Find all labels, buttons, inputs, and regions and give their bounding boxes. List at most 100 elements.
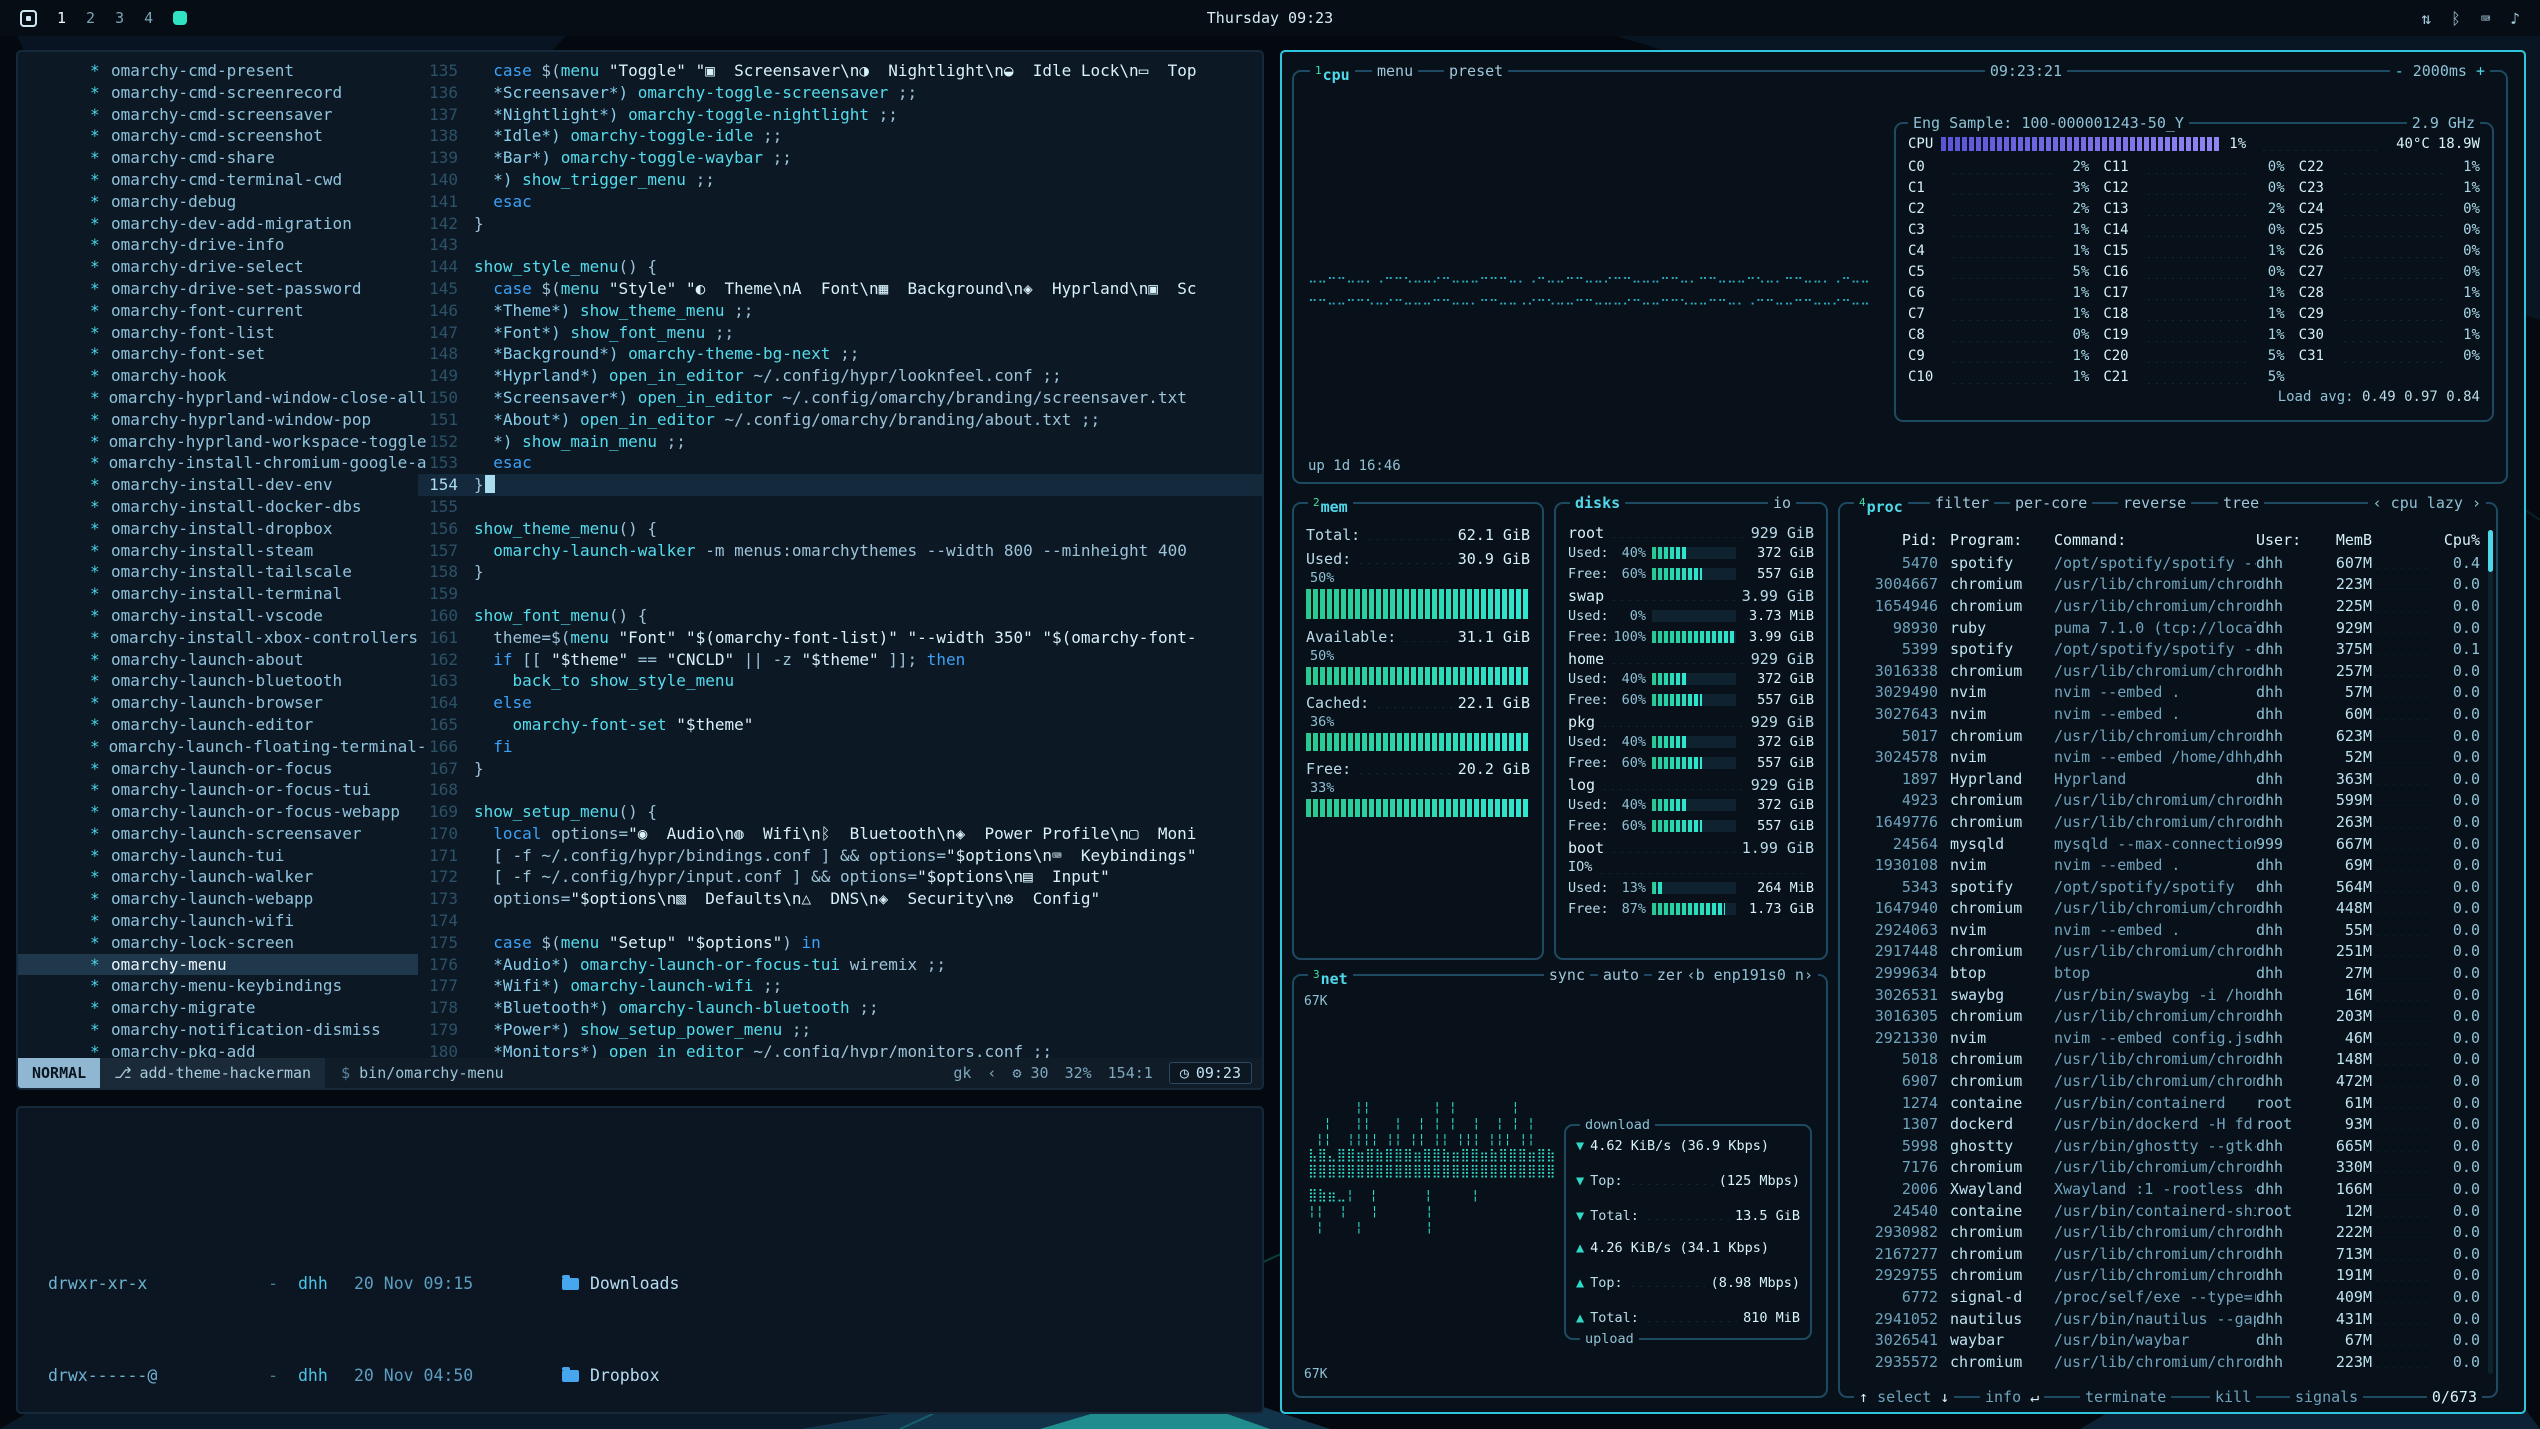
process-row[interactable]: 24564 mysqld mysqld --max-connection 999… [1848,833,2488,855]
file-list-item[interactable]: * omarchy-install-dropbox [18,518,418,540]
process-row[interactable]: 4923 chromium /usr/lib/chromium/chrom dh… [1848,790,2488,812]
code-line[interactable]: 178 *Bluetooth*) omarchy-launch-bluetoot… [418,997,1262,1019]
btop-window[interactable]: 1cpu menu preset 09:23:21 - 2000ms + ⣀⣀⠤… [1280,50,2526,1414]
process-row[interactable]: 24540 containe /usr/bin/containerd-shi r… [1848,1200,2488,1222]
file-list-item[interactable]: * omarchy-lock-screen [18,932,418,954]
proc-kill-action[interactable]: kill [2210,1387,2256,1407]
proc-percore-tab[interactable]: per-core [2010,493,2092,513]
file-list-item[interactable]: * omarchy-launch-editor [18,714,418,736]
process-row[interactable]: 2930982 chromium /usr/lib/chromium/chrom… [1848,1221,2488,1243]
file-list-item[interactable]: * omarchy-font-current [18,300,418,322]
proc-info-action[interactable]: info ↵ [1980,1387,2044,1407]
process-row[interactable]: 3026541 waybar /usr/bin/waybar dhh 67M 0… [1848,1329,2488,1351]
network-icon[interactable]: ⇅ [2421,9,2431,28]
process-row[interactable]: 6772 signal-d /proc/self/exe --type=r dh… [1848,1286,2488,1308]
code-line[interactable]: 148 *Background*) omarchy-theme-bg-next … [418,343,1262,365]
io-tab[interactable]: io [1768,493,1796,513]
code-line[interactable]: 142 } [418,213,1262,235]
code-line[interactable]: 147 *Font*) show_font_menu ;; [418,322,1262,344]
file-list-item[interactable]: * omarchy-hyprland-window-close-all [18,387,418,409]
code-line[interactable]: 135 case $(menu "Toggle" "▣ Screensaver\… [418,60,1262,82]
file-list-item[interactable]: * omarchy-install-chromium-google-a [18,452,418,474]
code-line[interactable]: 138 *Idle*) omarchy-toggle-idle ;; [418,125,1262,147]
process-row[interactable]: 98930 ruby puma 7.1.0 (tcp://local dhh 9… [1848,617,2488,639]
process-row[interactable]: 1930108 nvim nvim --embed . dhh 69M 0.0 [1848,854,2488,876]
file-list-item[interactable]: * omarchy-dev-add-migration [18,213,418,235]
process-row[interactable]: 1274 containe /usr/bin/containerd root 6… [1848,1092,2488,1114]
file-list-item[interactable]: * omarchy-launch-bluetooth [18,670,418,692]
file-list-item[interactable]: * omarchy-install-steam [18,540,418,562]
code-line[interactable]: 177 *Wifi*) omarchy-launch-wifi ;; [418,975,1262,997]
file-list-item[interactable]: * omarchy-debug [18,191,418,213]
btop-menu-button[interactable]: menu [1372,61,1418,81]
interval-minus-button[interactable]: - [2395,62,2404,80]
code-line[interactable]: 172 [ -f ~/.config/hypr/input.conf ] && … [418,866,1262,888]
process-row[interactable]: 3029490 nvim nvim --embed . dhh 57M 0.0 [1848,682,2488,704]
code-line[interactable]: 150 *Screensaver*) open_in_editor ~/.con… [418,387,1262,409]
code-line[interactable]: 155 [418,496,1262,518]
file-explorer[interactable]: * omarchy-cmd-present * omarchy-cmd-scre… [18,60,418,1058]
volume-icon[interactable]: ♪ [2510,9,2520,28]
net-sync-tab[interactable]: sync [1544,965,1590,985]
file-list-item[interactable]: * omarchy-launch-floating-terminal- [18,736,418,758]
workspace-3[interactable]: 3 [115,9,124,27]
file-list-item[interactable]: * omarchy-install-terminal [18,583,418,605]
code-line[interactable]: 163 back_to show_style_menu [418,670,1262,692]
interval-plus-button[interactable]: + [2476,62,2485,80]
code-line[interactable]: 174 [418,910,1262,932]
file-list-item[interactable]: * omarchy-install-dev-env [18,474,418,496]
file-list-item[interactable]: * omarchy-install-xbox-controllers [18,627,418,649]
code-line[interactable]: 162 if [[ "$theme" == "CNCLD" || -z "$th… [418,649,1262,671]
file-list-item[interactable]: * omarchy-launch-browser [18,692,418,714]
process-row[interactable]: 2935572 chromium /usr/lib/chromium/chrom… [1848,1351,2488,1373]
file-list-item[interactable]: * omarchy-hyprland-window-pop [18,409,418,431]
file-list-item[interactable]: * omarchy-launch-about [18,649,418,671]
code-line[interactable]: 165 omarchy-font-set "$theme" [418,714,1262,736]
code-line[interactable]: 146 *Theme*) show_theme_menu ;; [418,300,1262,322]
file-list-item[interactable]: * omarchy-cmd-terminal-cwd [18,169,418,191]
code-line[interactable]: 158 } [418,561,1262,583]
file-list-item[interactable]: * omarchy-install-vscode [18,605,418,627]
process-row[interactable]: 6907 chromium /usr/lib/chromium/chrom dh… [1848,1070,2488,1092]
file-list-item[interactable]: * omarchy-menu-keybindings [18,975,418,997]
file-list-item[interactable]: * omarchy-font-set [18,343,418,365]
file-list-item[interactable]: * omarchy-drive-select [18,256,418,278]
file-list-item[interactable]: * omarchy-drive-set-password [18,278,418,300]
code-line[interactable]: 160 show_font_menu() { [418,605,1262,627]
code-line[interactable]: 167 } [418,758,1262,780]
proc-reverse-tab[interactable]: reverse [2118,493,2191,513]
net-auto-tab[interactable]: auto [1598,965,1644,985]
code-line[interactable]: 175 case $(menu "Setup" "$options") in [418,932,1262,954]
code-line[interactable]: 157 omarchy-launch-walker -m menus:omarc… [418,540,1262,562]
file-list-item[interactable]: * omarchy-launch-or-focus-tui [18,779,418,801]
code-line[interactable]: 145 case $(menu "Style" "◐ Theme\nA Font… [418,278,1262,300]
proc-sort-selector[interactable]: ‹ cpu lazy › [2368,493,2486,513]
keyboard-icon[interactable]: ⌨ [2481,9,2491,28]
file-list-item[interactable]: * omarchy-launch-or-focus [18,758,418,780]
proc-terminate-action[interactable]: terminate [2080,1387,2171,1407]
net-interface[interactable]: ‹b enp191s0 n› [1682,965,1818,985]
process-row[interactable]: 5998 ghostty /usr/bin/ghostty --gtk- dhh… [1848,1135,2488,1157]
code-line[interactable]: 149 *Hyprland*) open_in_editor ~/.config… [418,365,1262,387]
workspace-2[interactable]: 2 [86,9,95,27]
code-line[interactable]: 179 *Power*) show_setup_power_menu ;; [418,1019,1262,1041]
file-list-item[interactable]: * omarchy-drive-info [18,234,418,256]
terminal-files-window[interactable]: drwxr-xr-x - dhh 20 Nov 09:15 Downloads … [16,1106,1264,1414]
process-row[interactable]: 3027643 nvim nvim --embed . dhh 60M 0.0 [1848,703,2488,725]
file-list-item[interactable]: * omarchy-install-tailscale [18,561,418,583]
process-row[interactable]: 3016338 chromium /usr/lib/chromium/chrom… [1848,660,2488,682]
file-list-item[interactable]: * omarchy-cmd-screenshot [18,125,418,147]
process-row[interactable]: 1897 Hyprland Hyprland dhh 363M 0.0 [1848,768,2488,790]
file-list-item[interactable]: * omarchy-hyprland-workspace-toggle [18,431,418,453]
proc-filter-tab[interactable]: filter [1930,493,1994,513]
code-line[interactable]: 156 show_theme_menu() { [418,518,1262,540]
code-line[interactable]: 173 options="$options\n▧ Defaults\n△ DNS… [418,888,1262,910]
code-line[interactable]: 180 *Monitors*) open_in_editor ~/.config… [418,1041,1262,1058]
code-line[interactable]: 136 *Screensaver*) omarchy-toggle-screen… [418,82,1262,104]
process-row[interactable]: 3004667 chromium /usr/lib/chromium/chrom… [1848,574,2488,596]
process-row[interactable]: 2917448 chromium /usr/lib/chromium/chrom… [1848,941,2488,963]
file-list-item[interactable]: * omarchy-cmd-share [18,147,418,169]
file-list-item[interactable]: * omarchy-cmd-screenrecord [18,82,418,104]
process-row[interactable]: 5343 spotify /opt/spotify/spotify dhh 56… [1848,876,2488,898]
process-row[interactable]: 2167277 chromium /usr/lib/chromium/chrom… [1848,1243,2488,1265]
